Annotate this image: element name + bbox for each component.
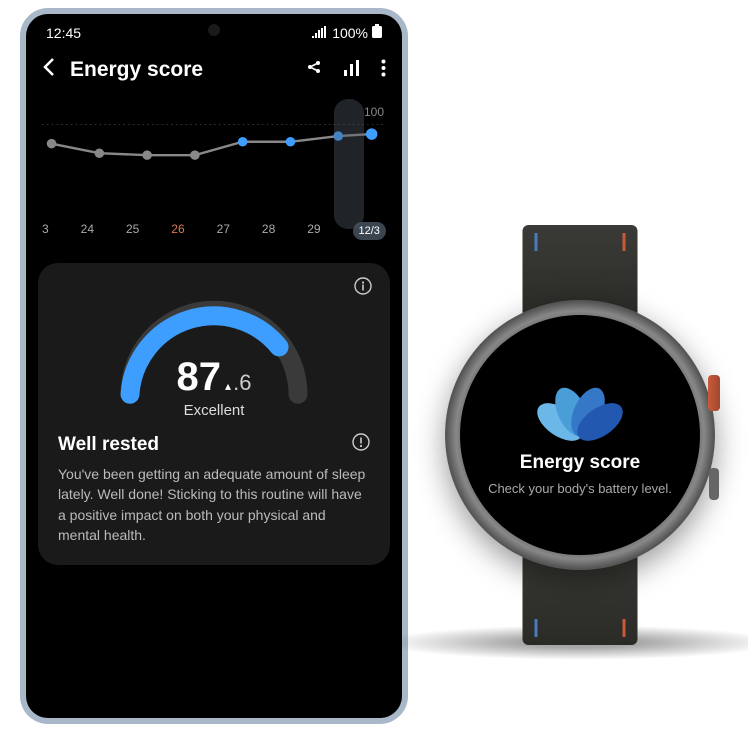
date-label[interactable]: 27 [217,222,230,240]
header: Energy score [26,47,402,93]
energy-petals-icon [530,372,630,442]
watch-screen[interactable]: Energy score Check your body's battery l… [460,315,700,555]
trend-chart[interactable]: 100 3 24 25 26 27 28 29 1 [26,93,402,253]
camera-hole [208,24,220,36]
date-label[interactable]: 25 [126,222,139,240]
signal-icon [312,25,328,41]
share-icon[interactable] [305,59,323,82]
page-title: Energy score [70,58,291,82]
watch-side-button[interactable] [709,468,719,500]
date-label[interactable]: 24 [81,222,94,240]
warning-icon[interactable] [352,433,370,456]
watch-crown[interactable] [708,375,720,411]
date-label[interactable]: 29 [307,222,320,240]
trend-up-icon: ▴ [225,379,231,393]
date-label[interactable]: 3 [42,222,49,240]
phone-screen: 12:45 100% Energy score [26,14,402,718]
phone-device: 12:45 100% Energy score [20,8,408,724]
watch-device: Energy score Check your body's battery l… [430,225,730,645]
watch-body: Energy score Check your body's battery l… [445,300,715,570]
battery-icon [372,24,382,41]
battery-text: 100% [332,25,368,41]
summary-title: Well rested [58,434,159,456]
score-card: 87 ▴ .6 Excellent Well rested You've bee… [38,263,390,565]
gauge: 87 ▴ .6 Excellent [58,287,370,419]
score-label: Excellent [184,402,245,419]
watch-subtitle: Check your body's battery level. [488,480,672,498]
more-icon[interactable] [381,59,386,82]
date-label[interactable]: 26 [171,222,184,240]
score-value: 87 [177,355,222,400]
watch-title: Energy score [520,452,640,474]
date-axis: 3 24 25 26 27 28 29 12/3 [42,218,386,240]
summary-body: You've been getting an adequate amount o… [58,464,370,545]
score-decimal: .6 [233,370,251,396]
info-icon[interactable] [354,277,372,300]
back-button[interactable] [42,57,56,83]
selected-column-highlight [334,99,364,229]
bars-icon[interactable] [343,60,361,81]
status-time: 12:45 [46,25,81,41]
y-axis-max-label: 100 [364,105,384,119]
date-label[interactable]: 28 [262,222,275,240]
